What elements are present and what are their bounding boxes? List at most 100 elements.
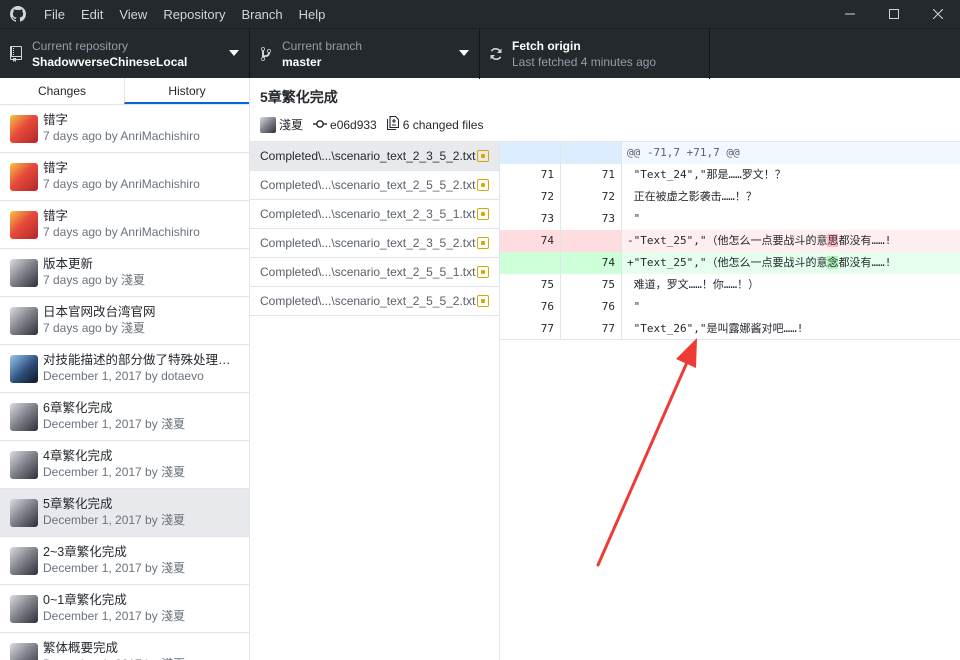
diff-line: 76 76 ": [500, 296, 960, 318]
diff-word-highlight: 念: [827, 256, 839, 269]
menu-view[interactable]: View: [111, 0, 155, 28]
author-avatar: [10, 114, 38, 143]
diff-line-text: 难道，罗文……！你……！）: [627, 278, 760, 291]
modified-icon: [477, 266, 489, 278]
tab-history[interactable]: History: [124, 78, 249, 104]
modified-icon: [477, 295, 489, 307]
repo-label: Current repository: [32, 39, 129, 53]
toolbar: Current repository ShadowverseChineseLoc…: [0, 28, 960, 79]
chevron-down-icon: [459, 50, 469, 56]
commit-item-meta: December 1, 2017 by 淺夏: [43, 465, 186, 479]
commit-list-item[interactable]: 版本更新 7 days ago by 淺夏: [0, 249, 249, 297]
changed-file-item[interactable]: Completed\...\scenario_text_2_3_5_2.txt: [250, 229, 499, 258]
branch-label: Current branch: [282, 39, 363, 53]
commit-list-item[interactable]: 5章繁化完成 December 1, 2017 by 淺夏: [0, 489, 249, 537]
sidebar-tabs: Changes History: [0, 78, 249, 105]
minimize-icon[interactable]: [828, 0, 872, 28]
file-path: Completed\...\scenario_text_2_3_5_2.txt: [260, 236, 476, 250]
old-line-number: 74: [500, 230, 561, 252]
diff-line-text: ": [627, 300, 641, 313]
hunk-new-gutter: [561, 142, 622, 164]
diff-line-text: +"Text_25","（他怎么一点要战斗的意念都没有……!: [627, 256, 892, 269]
file-path: Completed\...\scenario_text_2_5_5_2.txt: [260, 178, 476, 192]
commit-list-item[interactable]: 2~3章繁化完成 December 1, 2017 by 淺夏: [0, 537, 249, 585]
commit-item-meta: December 1, 2017 by dotaevo: [43, 369, 204, 383]
commit-item-title: 6章繁化完成: [43, 401, 113, 415]
diff-hunk-header: @@ -71,7 +71,7 @@: [500, 142, 960, 164]
changed-file-item[interactable]: Completed\...\scenario_text_2_5_5_2.txt: [250, 287, 499, 316]
close-icon[interactable]: [916, 0, 960, 28]
commit-item-meta: December 1, 2017 by 淺夏: [43, 513, 186, 527]
commit-item-title: 0~1章繁化完成: [43, 593, 127, 607]
history-sidebar: Changes History 错字 7 days ago by AnriMach…: [0, 78, 250, 660]
modified-icon: [477, 150, 489, 162]
changed-file-item[interactable]: Completed\...\scenario_text_2_3_5_2.txt: [250, 142, 499, 171]
fetch-origin-button[interactable]: Fetch origin Last fetched 4 minutes ago: [480, 29, 710, 79]
old-line-number: 75: [500, 274, 561, 296]
commit-item-meta: 7 days ago by AnriMachishiro: [43, 129, 200, 143]
commit-item-title: 4章繁化完成: [43, 449, 113, 463]
commit-item-meta: 7 days ago by 淺夏: [43, 321, 146, 335]
author-avatar: [10, 402, 38, 431]
file-path: Completed\...\scenario_text_2_5_5_1.txt: [260, 265, 476, 279]
diff-view: @@ -71,7 +71,7 @@ 71 71 "Text_24","那是……罗文…: [500, 142, 960, 340]
commit-item-meta: December 1, 2017 by 淺夏: [43, 609, 186, 623]
commit-icon: [313, 118, 328, 132]
commit-item-meta: 7 days ago by 淺夏: [43, 273, 146, 287]
menu-repository[interactable]: Repository: [155, 0, 233, 28]
new-line-number: 76: [561, 296, 622, 318]
commit-item-title: 5章繁化完成: [43, 497, 113, 511]
commit-list-item[interactable]: 4章繁化完成 December 1, 2017 by 淺夏: [0, 441, 249, 489]
tab-changes[interactable]: Changes: [0, 78, 124, 104]
hunk-text: @@ -71,7 +71,7 @@: [627, 146, 740, 159]
diff-line: 74 -"Text_25","（他怎么一点要战斗的意思都没有……!: [500, 230, 960, 252]
commit-list-item[interactable]: 错字 7 days ago by AnriMachishiro: [0, 201, 249, 249]
file-diff-icon: [386, 115, 399, 133]
menu-branch[interactable]: Branch: [233, 0, 290, 28]
commit-sha[interactable]: e06d933: [330, 118, 377, 132]
old-line-number: 76: [500, 296, 561, 318]
repo-name: ShadowverseChineseLocal: [32, 55, 188, 69]
branch-name: master: [282, 55, 322, 69]
commit-item-title: 错字: [43, 209, 69, 223]
diff-line-text: "Text_26","是叫露娜酱对吧……!: [627, 321, 804, 335]
commit-author: 淺夏: [279, 118, 304, 132]
window-controls: [828, 0, 960, 28]
commit-list-item[interactable]: 日本官网改台湾官网 7 days ago by 淺夏: [0, 297, 249, 345]
diff-line-text: -"Text_25","（他怎么一点要战斗的意思都没有……!: [627, 234, 892, 247]
changed-file-item[interactable]: Completed\...\scenario_text_2_5_5_2.txt: [250, 171, 499, 200]
commit-item-meta: 7 days ago by AnriMachishiro: [43, 177, 200, 191]
new-line-number: 72: [561, 186, 622, 208]
menu-help[interactable]: Help: [291, 0, 334, 28]
old-line-number: 77: [500, 317, 561, 340]
old-line-number: [500, 252, 561, 274]
menu-edit[interactable]: Edit: [73, 0, 111, 28]
commit-item-title: 日本官网改台湾官网: [43, 305, 156, 319]
commit-list-item[interactable]: 错字 7 days ago by AnriMachishiro: [0, 153, 249, 201]
author-avatar: [10, 450, 38, 479]
commit-list-item[interactable]: 对技能描述的部分做了特殊处理，不... December 1, 2017 by d…: [0, 345, 249, 393]
diff-line: 73 73 ": [500, 208, 960, 230]
commit-list-item[interactable]: 错字 7 days ago by AnriMachishiro: [0, 105, 249, 153]
changed-file-item[interactable]: Completed\...\scenario_text_2_3_5_1.txt: [250, 200, 499, 229]
commit-item-meta: December 1, 2017 by 淺夏: [43, 656, 241, 660]
menu-file[interactable]: File: [36, 0, 73, 28]
branch-selector[interactable]: Current branch master: [250, 29, 480, 79]
commit-list-item[interactable]: 繁体概要完成December 1, 2017 by 淺夏: [0, 633, 249, 660]
author-avatar: [10, 546, 38, 575]
repository-selector[interactable]: Current repository ShadowverseChineseLoc…: [0, 29, 250, 79]
diff-line: 77 77 "Text_26","是叫露娜酱对吧……!: [500, 317, 960, 340]
file-path: Completed\...\scenario_text_2_3_5_1.txt: [260, 207, 476, 221]
changed-file-item[interactable]: Completed\...\scenario_text_2_5_5_1.txt: [250, 258, 499, 287]
sync-icon: [480, 47, 512, 61]
maximize-icon[interactable]: [872, 0, 916, 28]
commit-item-title: 错字: [43, 113, 69, 127]
commit-item-meta: December 1, 2017 by 淺夏: [43, 417, 186, 431]
new-line-number: 74: [561, 252, 622, 274]
old-line-number: 72: [500, 186, 561, 208]
commit-list-item[interactable]: 6章繁化完成 December 1, 2017 by 淺夏: [0, 393, 249, 441]
commit-item-title: 对技能描述的部分做了特殊处理，不...: [43, 353, 241, 367]
title-bar: File Edit View Repository Branch Help: [0, 0, 960, 28]
diff-line: 75 75 难道，罗文……！你……！）: [500, 274, 960, 296]
commit-list-item[interactable]: 0~1章繁化完成 December 1, 2017 by 淺夏: [0, 585, 249, 633]
